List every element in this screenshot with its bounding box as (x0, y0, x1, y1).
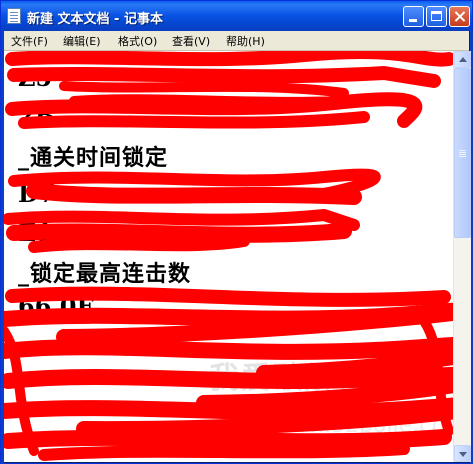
vertical-scrollbar[interactable] (453, 51, 471, 462)
menu-edit[interactable]: 编辑(E) (63, 33, 101, 49)
redaction-stroke (5, 51, 453, 67)
redaction-stroke (4, 337, 453, 381)
arrow-up-icon (459, 57, 467, 62)
redaction-stroke (4, 209, 360, 231)
text-editor-area[interactable]: Z5 2B _通关时间锁定 D7 E1 _锁定最高连击数 66 0E 我爱破解论… (4, 51, 453, 462)
notepad-window: 新建 文本文档 - 记事本 文件(F) 编辑(E) 格式(O) 查看(V) 帮助… (0, 0, 473, 464)
redaction-stroke (28, 235, 250, 253)
minimize-icon (404, 7, 423, 26)
redaction-stroke (4, 302, 453, 345)
menu-file[interactable]: 文件(F) (11, 33, 48, 49)
red-redaction-scribbles (4, 51, 453, 461)
redaction-stroke (7, 66, 441, 88)
menu-help[interactable]: 帮助(H) (226, 33, 265, 49)
redaction-stroke (26, 183, 362, 205)
redaction-stroke (4, 429, 452, 450)
redaction-stroke (5, 286, 451, 307)
menu-view[interactable]: 查看(V) (172, 33, 210, 49)
redaction-stroke (4, 397, 453, 438)
maximize-button[interactable] (426, 6, 447, 27)
close-icon (450, 7, 469, 26)
menu-bar: 文件(F) 编辑(E) 格式(O) 查看(V) 帮助(H) (4, 31, 469, 51)
minimize-button[interactable] (403, 6, 424, 27)
scroll-thumb[interactable] (454, 68, 471, 238)
scroll-down-button[interactable] (454, 445, 471, 462)
redaction-stroke (38, 443, 410, 461)
redaction-stroke (4, 366, 453, 411)
redaction-stroke (59, 81, 349, 98)
redaction-stroke (6, 223, 352, 243)
notepad-icon[interactable] (7, 8, 21, 24)
close-button[interactable] (449, 6, 470, 27)
maximize-icon (427, 7, 446, 26)
title-bar[interactable]: 新建 文本文档 - 记事本 (1, 1, 472, 31)
redaction-stroke (69, 94, 389, 107)
scroll-up-button[interactable] (454, 51, 471, 68)
arrow-down-icon (459, 452, 467, 457)
redaction-stroke (18, 111, 370, 129)
window-title: 新建 文本文档 - 记事本 (27, 12, 163, 27)
menu-format[interactable]: 格式(O) (118, 33, 157, 49)
